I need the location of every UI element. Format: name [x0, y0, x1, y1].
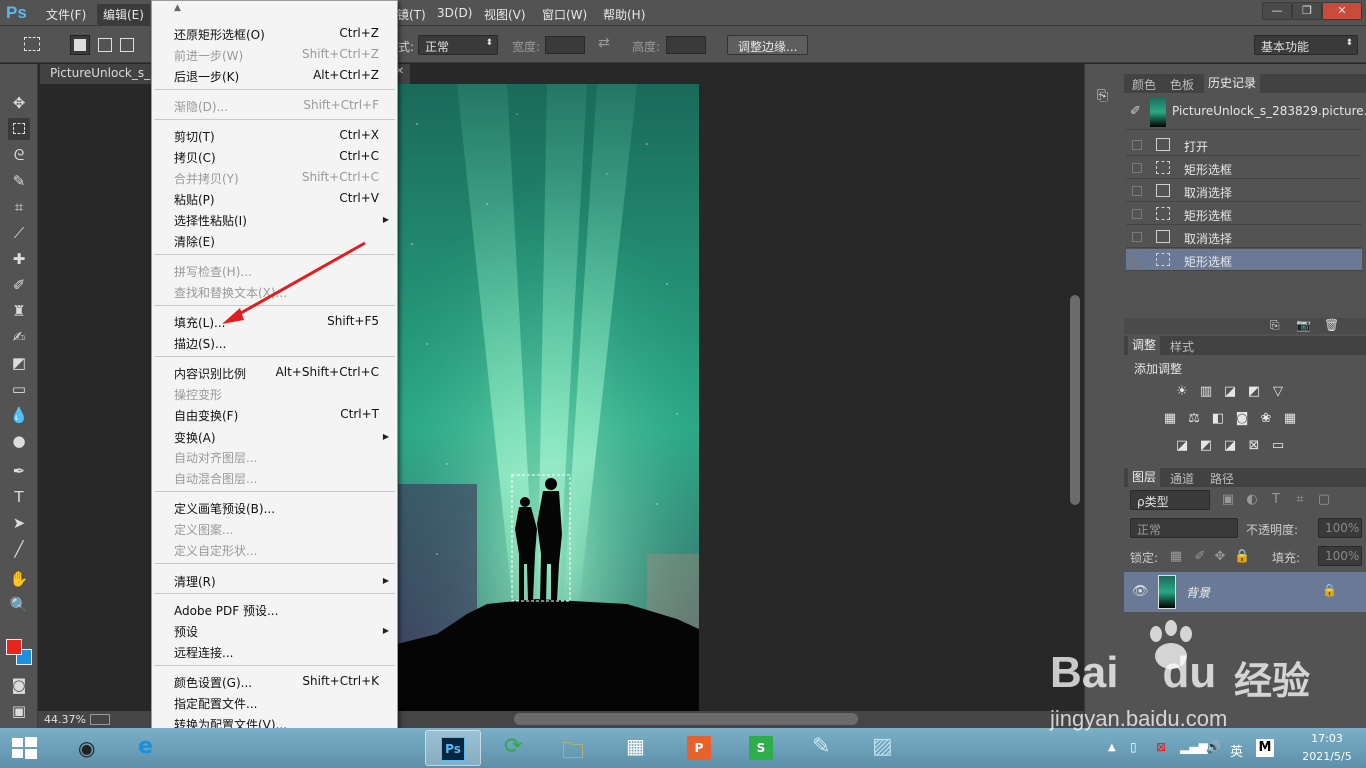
taskbar-presentation[interactable]: P [672, 730, 728, 766]
tray-signal-icon[interactable]: ▂▄▆ [1180, 740, 1208, 754]
taskbar-photos[interactable]: ▨ [858, 730, 914, 766]
tray-network-icon[interactable]: ⊠ [1156, 740, 1166, 754]
taskbar-photoshop[interactable]: Ps [425, 730, 481, 766]
tray-volume-icon[interactable]: 🔊 [1206, 740, 1221, 754]
taskbar-browser[interactable]: ⟳ [488, 730, 544, 766]
clock-time[interactable]: 17:03 [1300, 732, 1354, 745]
tray-expand-icon[interactable]: ▲ [1108, 742, 1116, 753]
ime-mode-icon[interactable]: M [1256, 739, 1274, 757]
taskbar-ie[interactable]: e [122, 730, 178, 766]
taskbar-spreadsheet[interactable]: S [734, 730, 790, 766]
ps-taskbar-icon: Ps [441, 737, 465, 761]
taskbar-explorer[interactable]: 🗀 [548, 730, 604, 766]
taskbar-control-panel[interactable]: ▦ [610, 730, 666, 766]
taskbar-notes[interactable]: ✎ [796, 730, 852, 766]
taskbar-audio-app[interactable]: ◉ [60, 730, 116, 766]
clock-date[interactable]: 2021/5/5 [1294, 750, 1360, 763]
start-button[interactable] [10, 735, 38, 761]
tray-device-icon[interactable]: ▯ [1130, 740, 1137, 754]
ime-indicator[interactable]: 英 [1230, 741, 1243, 760]
annotation-arrow [222, 241, 366, 324]
windows-logo-icon [12, 737, 37, 759]
